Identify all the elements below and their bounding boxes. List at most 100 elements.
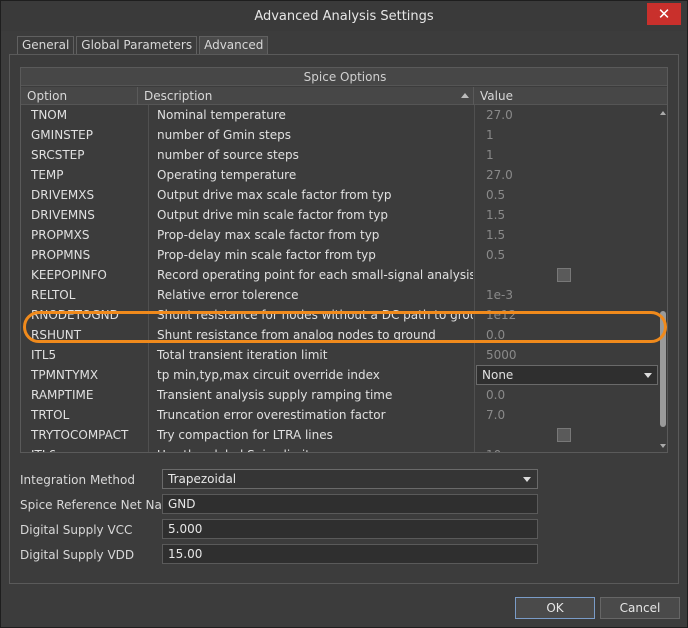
value-cell[interactable]: 1 xyxy=(474,145,660,165)
table-row[interactable]: PROPMNS Prop-delay min scale factor from … xyxy=(21,245,661,265)
scrollbar-thumb[interactable] xyxy=(660,311,666,427)
description-cell: Output drive min scale factor from typ xyxy=(148,205,473,225)
description-cell: Output drive max scale factor from typ xyxy=(148,185,473,205)
option-cell: RAMPTIME xyxy=(31,388,94,402)
value-text: 1e-3 xyxy=(486,288,513,302)
table-row[interactable]: DRIVEMNS Output drive min scale factor fr… xyxy=(21,205,661,225)
table-row[interactable]: TRTOL Truncation error overestimation fac… xyxy=(21,405,661,425)
scroll-up-icon[interactable] xyxy=(660,111,666,115)
table-row[interactable]: SRCSTEP number of source steps 1 xyxy=(21,145,661,165)
digital-vdd-label: Digital Supply VDD xyxy=(20,548,135,562)
table-row[interactable]: ITL6 Use the global Spice limit 10 xyxy=(21,445,661,452)
value-cell[interactable]: 27.0 xyxy=(474,165,660,185)
table-row[interactable]: RSHUNT Shunt resistance from analog nodes… xyxy=(21,325,661,345)
integration-method-value: Trapezoidal xyxy=(168,472,237,486)
spice-ref-net-input[interactable]: GND xyxy=(162,494,538,514)
cancel-button[interactable]: Cancel xyxy=(600,597,680,619)
tab-general[interactable]: General xyxy=(17,36,75,54)
option-cell: RNODETOGND xyxy=(31,308,119,322)
table-row[interactable]: TNOM Nominal temperature 27.0 xyxy=(21,105,661,125)
table-row[interactable]: TEMP Operating temperature 27.0 xyxy=(21,165,661,185)
digital-vcc-input[interactable]: 5.000 xyxy=(162,519,538,539)
value-cell[interactable]: 0.5 xyxy=(474,245,660,265)
value-cell[interactable]: 1e-3 xyxy=(474,285,660,305)
option-cell: SRCSTEP xyxy=(31,148,85,162)
value-text: 1e12 xyxy=(486,308,517,322)
ok-button[interactable]: OK xyxy=(515,597,595,619)
grid-caption: Spice Options xyxy=(21,68,667,86)
description-cell: number of source steps xyxy=(148,145,473,165)
description-cell: Use the global Spice limit xyxy=(148,445,473,452)
column-header-value[interactable]: Value xyxy=(474,87,660,105)
grid-scrollbar[interactable] xyxy=(659,105,667,452)
title-bar: Advanced Analysis Settings ✕ xyxy=(1,1,687,31)
value-text: 0.0 xyxy=(486,388,506,402)
value-text: 1 xyxy=(486,148,494,162)
value-cell[interactable] xyxy=(474,265,660,285)
spice-options-grid: Spice Options Option Description Value T… xyxy=(20,67,668,453)
option-cell: DRIVEMXS xyxy=(31,188,95,202)
table-row[interactable]: TRYTOCOMPACT Try compaction for LTRA line… xyxy=(21,425,661,445)
option-cell: GMINSTEP xyxy=(31,128,93,142)
value-cell[interactable]: 5000 xyxy=(474,345,660,365)
dialog-window: Advanced Analysis Settings ✕ General Glo… xyxy=(0,0,688,628)
checkbox[interactable] xyxy=(557,268,571,282)
value-cell[interactable]: 1.5 xyxy=(474,205,660,225)
table-row[interactable]: TPMNTYMX tp min,typ,max circuit override … xyxy=(21,365,661,385)
grid-rows: TNOM Nominal temperature 27.0 GMINSTEP numbe… xyxy=(21,105,661,452)
digital-vcc-label: Digital Supply VCC xyxy=(20,523,133,537)
description-cell: Nominal temperature xyxy=(148,105,473,125)
column-header-option[interactable]: Option xyxy=(21,87,138,105)
table-row[interactable]: RAMPTIME Transient analysis supply rampin… xyxy=(21,385,661,405)
table-row[interactable]: ITL5 Total transient iteration limit 5000 xyxy=(21,345,661,365)
description-cell: Prop-delay max scale factor from typ xyxy=(148,225,473,245)
scroll-down-icon[interactable] xyxy=(660,444,666,448)
tab-advanced[interactable]: Advanced xyxy=(199,36,269,54)
table-row[interactable]: DRIVEMXS Output drive max scale factor fr… xyxy=(21,185,661,205)
description-cell: Relative error tolerence xyxy=(148,285,473,305)
option-cell: KEEPOPINFO xyxy=(31,268,107,282)
value-cell[interactable]: 1.5 xyxy=(474,225,660,245)
description-cell: Transient analysis supply ramping time xyxy=(148,385,473,405)
value-text: 1.5 xyxy=(486,228,506,242)
description-cell: Prop-delay min scale factor from typ xyxy=(148,245,473,265)
tab-strip: General Global Parameters Advanced xyxy=(17,36,270,54)
value-dropdown[interactable]: None xyxy=(476,365,658,385)
description-cell: Shunt resistance from analog nodes to gr… xyxy=(148,325,473,345)
tab-global-parameters[interactable]: Global Parameters xyxy=(76,36,198,54)
value-cell[interactable]: 0.0 xyxy=(474,385,660,405)
value-cell[interactable]: 27.0 xyxy=(474,105,660,125)
option-cell: RSHUNT xyxy=(31,328,82,342)
value-cell[interactable]: 10 xyxy=(474,445,660,452)
value-cell[interactable]: None xyxy=(474,365,660,385)
value-cell[interactable]: 1e12 xyxy=(474,305,660,325)
dialog-footer: OK Cancel xyxy=(1,589,687,627)
description-cell: Total transient iteration limit xyxy=(148,345,473,365)
table-row[interactable]: RNODETOGND Shunt resistance for nodes wit… xyxy=(21,305,661,325)
value-text: 5000 xyxy=(486,348,517,362)
description-cell: Try compaction for LTRA lines xyxy=(148,425,473,445)
digital-vdd-input[interactable]: 15.00 xyxy=(162,544,538,564)
description-cell: Shunt resistance for nodes without a DC … xyxy=(148,305,473,325)
option-cell: PROPMNS xyxy=(31,248,91,262)
value-text: 10 xyxy=(486,448,501,452)
value-cell[interactable]: 1 xyxy=(474,125,660,145)
close-button[interactable]: ✕ xyxy=(647,3,681,25)
value-cell[interactable]: 0.0 xyxy=(474,325,660,345)
advanced-panel: Spice Options Option Description Value T… xyxy=(9,54,679,584)
value-cell[interactable] xyxy=(474,425,660,445)
table-row[interactable]: KEEPOPINFO Record operating point for eac… xyxy=(21,265,661,285)
column-header-description[interactable]: Description xyxy=(138,87,474,105)
table-row[interactable]: RELTOL Relative error tolerence 1e-3 xyxy=(21,285,661,305)
checkbox[interactable] xyxy=(557,428,571,442)
description-cell: number of Gmin steps xyxy=(148,125,473,145)
table-row[interactable]: GMINSTEP number of Gmin steps 1 xyxy=(21,125,661,145)
value-cell[interactable]: 0.5 xyxy=(474,185,660,205)
option-cell: ITL5 xyxy=(31,348,57,362)
table-row[interactable]: PROPMXS Prop-delay max scale factor from … xyxy=(21,225,661,245)
value-text: 7.0 xyxy=(486,408,506,422)
grid-header: Option Description Value xyxy=(21,87,667,105)
value-cell[interactable]: 7.0 xyxy=(474,405,660,425)
integration-method-select[interactable]: Trapezoidal xyxy=(162,469,538,489)
dialog-title: Advanced Analysis Settings xyxy=(254,9,434,24)
